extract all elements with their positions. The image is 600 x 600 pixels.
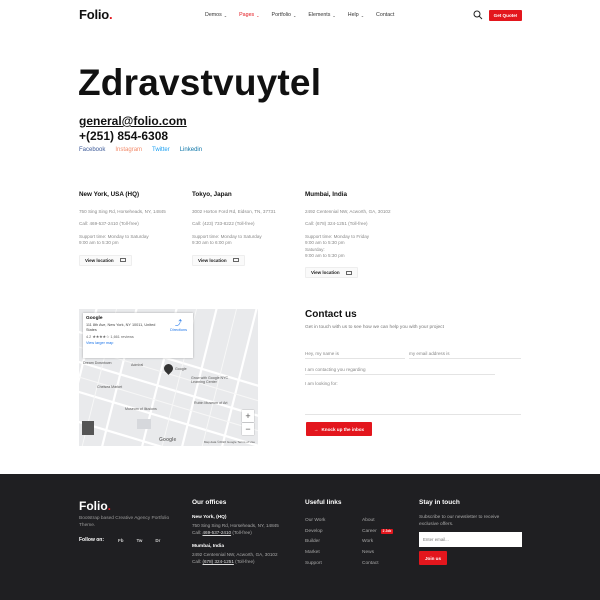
map-rating: 4.2 ★★★★☆ 1,661 reviews — [86, 335, 134, 340]
email-link[interactable]: general@folio.com — [79, 114, 187, 128]
footer-link-work[interactable]: Work — [362, 537, 393, 548]
site-header: Folio. Demos ⌄ Pages ⌄ Portfolio ⌄ Elements… — [0, 0, 600, 32]
footer-link-support[interactable]: Support — [305, 558, 325, 569]
dribbble-link[interactable]: Dr — [155, 538, 160, 543]
chevron-down-icon: ⌄ — [360, 12, 365, 18]
view-larger-map-link[interactable]: View larger map — [86, 341, 190, 345]
footer-link-develop[interactable]: Develop — [305, 526, 325, 537]
follow-on: Follow on: Fb Tw Dr — [79, 537, 173, 543]
page-title: Zdravstvuytel — [78, 62, 322, 103]
nav-pages[interactable]: Pages ⌄ — [239, 12, 259, 18]
email-field[interactable]: my email address is — [409, 351, 521, 359]
chevron-down-icon: ⌄ — [256, 12, 260, 18]
nav-elements[interactable]: Elements ⌄ — [308, 12, 335, 18]
footer-logo[interactable]: Folio. — [79, 499, 111, 513]
jobs-badge: 2 Job — [380, 528, 394, 534]
footer-office-name: New York, (HQ) — [192, 515, 227, 520]
view-location-button[interactable]: View location — [192, 254, 245, 266]
map-label: Chelsea Market — [97, 385, 123, 389]
footer-link-about[interactable]: About — [362, 515, 393, 526]
footer-link-builder[interactable]: Builder — [305, 537, 325, 548]
contact-subtitle: Get in touch with us to see how we can h… — [305, 325, 444, 330]
office-saturday-hours: 9:00 am to 5:30 pm — [305, 253, 345, 259]
office-title: Tokyo, Japan — [192, 191, 232, 198]
map-icon — [232, 258, 239, 263]
newsletter-email-input[interactable]: Enter email... — [419, 532, 522, 547]
logo[interactable]: Folio. — [79, 7, 113, 22]
nav-help[interactable]: Help ⌄ — [348, 12, 364, 18]
chevron-down-icon: ⌄ — [292, 12, 297, 18]
footer-link-contact[interactable]: Contact — [362, 558, 393, 569]
footer-link-market[interactable]: Market — [305, 547, 325, 558]
office-hours: 9:30 am to 6:00 pm — [192, 240, 232, 246]
directions-icon: ⤴ — [175, 320, 183, 327]
office-title: New York, USA (HQ) — [79, 191, 140, 198]
message-field[interactable]: I am looking for: — [305, 381, 521, 415]
footer-office-name: Mumbai, India — [192, 544, 224, 549]
office-mumbai: Mumbai, India 2492 Centennial NW, Acwort… — [305, 191, 415, 279]
join-us-button[interactable]: Join us — [419, 551, 447, 565]
view-location-button[interactable]: View location — [79, 254, 132, 266]
directions-button[interactable]: ⤴ Directions — [170, 318, 187, 332]
chevron-down-icon: ⌄ — [223, 12, 228, 18]
main-nav: Demos ⌄ Pages ⌄ Portfolio ⌄ Elements ⌄ Help ⌄… — [205, 12, 406, 18]
office-title: Mumbai, India — [305, 191, 347, 198]
nav-demos[interactable]: Demos ⌄ — [205, 12, 227, 18]
footer-offices: New York, (HQ) 750 Sing Sing Rd, Horsehe… — [192, 515, 302, 565]
footer-phone-link[interactable]: 469-537-2410 — [202, 530, 231, 535]
twitter-link[interactable]: Twitter — [152, 147, 170, 153]
map-label: Grow with Google NYC Learning Center — [191, 376, 229, 385]
links-column-1: Our Work Develop Builder Market Support — [305, 515, 325, 569]
contact-title: Contact us — [305, 309, 357, 320]
offices-heading: Our offices — [192, 499, 227, 506]
office-new-york: New York, USA (HQ) 750 Sing Sing Rd, Hor… — [79, 191, 189, 267]
instagram-link[interactable]: Instagram — [115, 147, 142, 153]
map-attribution[interactable]: Map data ©2022 Google Terms of Use — [204, 440, 255, 444]
footer-phone-link[interactable]: (678) 324-1251 — [202, 559, 233, 564]
site-footer: Folio. Bootstrap based Creative Agency P… — [0, 474, 600, 600]
map-label: Rubin Museum of Art — [194, 401, 228, 405]
map-label: Admiral — [131, 363, 144, 367]
footer-link-career[interactable]: Career 2 Job — [362, 526, 394, 537]
view-location-button[interactable]: View location — [305, 267, 358, 279]
links-heading: Useful links — [305, 499, 342, 506]
facebook-link[interactable]: Fb — [118, 538, 124, 543]
newsletter-description: Subscribe to our newsletter to receive e… — [419, 515, 500, 527]
map-icon — [119, 258, 126, 263]
map-label: Dream Downtown — [83, 361, 112, 365]
footer-description: Bootstrap based Creative Agency Portfoli… — [79, 516, 170, 528]
linkedin-link[interactable]: Linkedin — [180, 147, 202, 153]
nav-portfolio[interactable]: Portfolio ⌄ — [272, 12, 297, 18]
footer-office-call: Call: (678) 324-1251 (Toll-free) — [192, 558, 255, 564]
footer-link-our-work[interactable]: Our Work — [305, 515, 325, 526]
send-message-button[interactable]: → Knock up the inbox — [306, 422, 372, 436]
search-icon[interactable] — [473, 10, 483, 20]
map-label: Google — [175, 367, 187, 371]
facebook-link[interactable]: Facebook — [79, 147, 105, 153]
phone-number[interactable]: +(251) 854-6308 — [79, 129, 168, 143]
google-logo: Google — [159, 437, 177, 443]
follow-label: Follow on: — [79, 537, 104, 543]
office-tokyo: Tokyo, Japan 3002 Horton Ford Rd, Eidson… — [192, 191, 302, 267]
chevron-down-icon: ⌄ — [332, 12, 336, 18]
social-links: Facebook Instagram Twitter Linkedin — [79, 147, 212, 153]
map-icon — [345, 270, 352, 275]
links-column-2: About Career 2 Job Work News Contact — [362, 515, 394, 569]
google-map[interactable]: Google 111 8th Ave, New York, NY 10011, … — [79, 309, 258, 446]
stay-in-touch-heading: Stay in touch — [419, 499, 460, 506]
arrow-right-icon: → — [313, 426, 319, 432]
twitter-link[interactable]: Tw — [137, 538, 143, 543]
map-label: Museum of Illusions — [125, 407, 157, 411]
office-hours: 9:00 am to 5:30 pm — [79, 240, 119, 246]
map-place-address: 111 8th Ave, New York, NY 10011, United … — [86, 323, 156, 332]
regarding-field[interactable]: I am contacting you regarding — [305, 367, 495, 375]
zoom-out-button[interactable]: − — [242, 423, 254, 435]
name-field[interactable]: Hey, my name is — [305, 351, 405, 359]
get-quote-button[interactable]: Get Quote! — [489, 10, 522, 21]
footer-link-news[interactable]: News — [362, 547, 393, 558]
nav-contact[interactable]: Contact — [376, 12, 394, 18]
map-place-card: Google 111 8th Ave, New York, NY 10011, … — [83, 313, 193, 358]
zoom-in-button[interactable]: + — [242, 410, 254, 422]
